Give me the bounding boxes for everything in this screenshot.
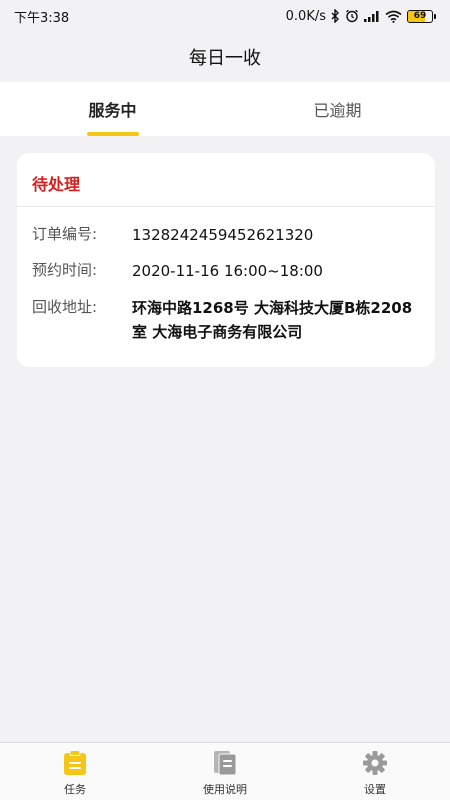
tab-label: 已逾期 xyxy=(313,101,362,120)
bluetooth-icon xyxy=(331,9,340,23)
status-time: 下午3:38 xyxy=(14,10,70,26)
page-title: 每日一收 xyxy=(189,48,261,69)
signal-icon xyxy=(364,10,380,22)
battery-level: 69 xyxy=(413,11,427,21)
document-icon xyxy=(211,749,239,777)
tab-overdue[interactable]: 已逾期 xyxy=(225,82,450,136)
status-indicators: 0.0K/s 69 xyxy=(286,9,436,24)
bottom-nav: 任务 使用说明 设置 xyxy=(0,742,450,800)
order-number: 1328242459452621320 xyxy=(132,226,314,244)
pickup-address: 环海中路1268号 大海科技大厦B栋2208室 大海电子商务有限公司 xyxy=(132,299,413,341)
tab-bar: 服务中 已逾期 xyxy=(0,82,450,136)
pickup-address-row: 回收地址: 环海中路1268号 大海科技大厦B栋2208室 大海电子商务有限公司 xyxy=(32,296,427,344)
gear-icon xyxy=(361,749,389,777)
network-speed: 0.0K/s xyxy=(285,8,326,24)
battery-icon: 69 xyxy=(407,9,436,23)
appointment-time: 2020-11-16 16:00~18:00 xyxy=(132,262,323,280)
appointment-time-row: 预约时间: 2020-11-16 16:00~18:00 xyxy=(32,259,427,283)
field-label: 回收地址: xyxy=(32,298,98,316)
tab-label: 服务中 xyxy=(88,101,137,120)
nav-item-instructions[interactable]: 使用说明 xyxy=(150,743,300,800)
app-header: 每日一收 xyxy=(0,32,450,82)
active-tab-indicator xyxy=(86,132,139,136)
order-card[interactable]: 待处理 订单编号: 1328242459452621320 预约时间: 2020… xyxy=(17,153,435,367)
alarm-icon xyxy=(345,9,359,23)
order-status: 待处理 xyxy=(32,175,81,194)
divider xyxy=(17,206,435,207)
field-label: 订单编号: xyxy=(32,225,98,243)
tab-in-service[interactable]: 服务中 xyxy=(0,82,225,136)
nav-label: 使用说明 xyxy=(203,783,247,796)
status-bar: 下午3:38 0.0K/s 69 xyxy=(0,0,450,32)
nav-item-tasks[interactable]: 任务 xyxy=(0,743,150,800)
nav-label: 设置 xyxy=(364,783,386,796)
nav-item-settings[interactable]: 设置 xyxy=(300,743,450,800)
clipboard-icon xyxy=(61,749,89,777)
field-label: 预约时间: xyxy=(32,261,98,279)
nav-label: 任务 xyxy=(64,783,86,796)
wifi-icon xyxy=(385,10,402,23)
order-number-row: 订单编号: 1328242459452621320 xyxy=(32,223,427,247)
